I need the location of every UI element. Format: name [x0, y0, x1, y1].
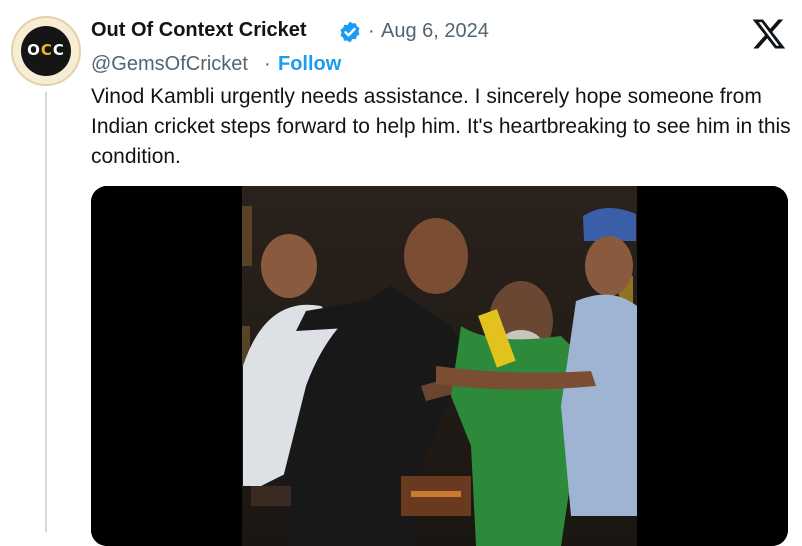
verified-badge-icon: [340, 21, 360, 43]
author-name[interactable]: Out Of Context Cricket: [91, 19, 307, 42]
post-date[interactable]: Aug 6, 2024: [381, 20, 489, 43]
author-handle[interactable]: @GemsOfCricket: [91, 53, 248, 76]
author-avatar[interactable]: OCC: [11, 16, 81, 86]
video-player[interactable]: [91, 186, 788, 546]
avatar-logo-text: OCC: [27, 41, 65, 59]
separator-dot: ·: [264, 53, 271, 75]
video-frame: [91, 186, 788, 546]
separator-dot: ·: [368, 20, 375, 42]
tweet-text: Vinod Kambli urgently needs assistance. …: [91, 85, 791, 168]
thread-line: [45, 92, 47, 532]
follow-button[interactable]: Follow: [278, 53, 341, 76]
x-logo-icon[interactable]: [750, 16, 788, 52]
